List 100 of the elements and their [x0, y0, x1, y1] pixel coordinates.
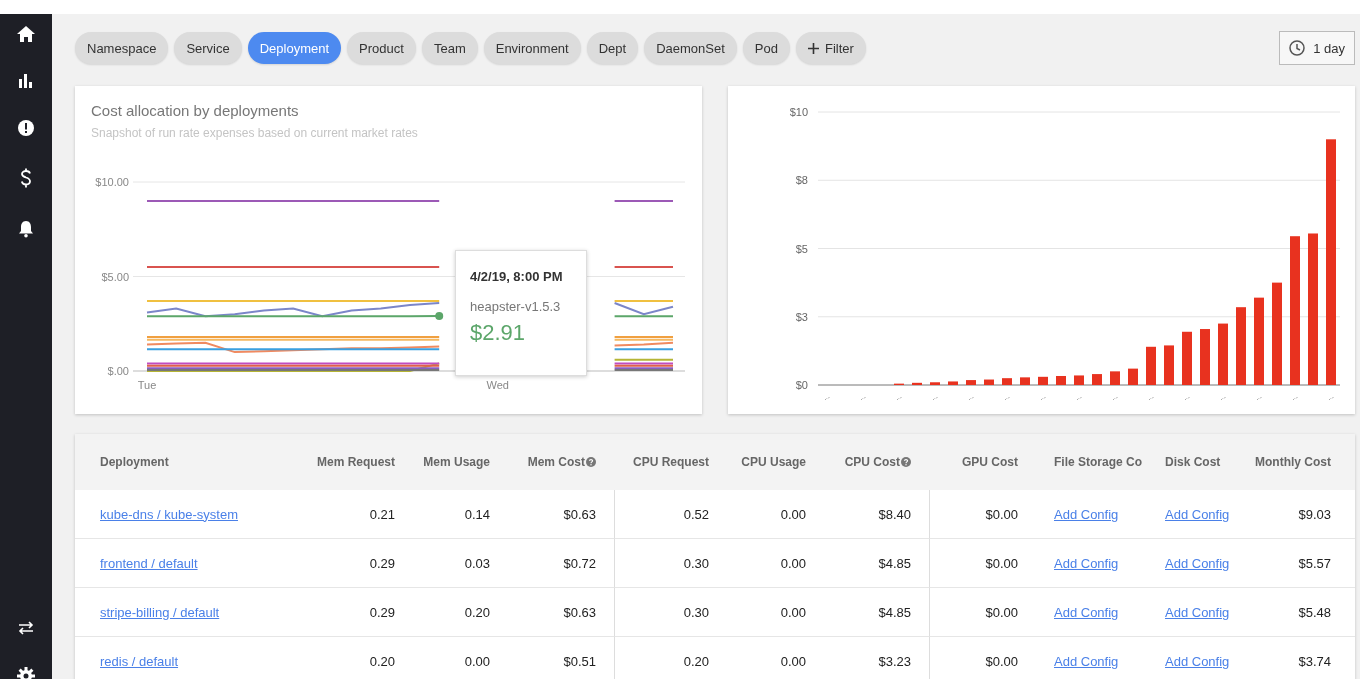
tick-mark — [896, 396, 902, 401]
axis-label: Wed — [486, 379, 509, 391]
column-header[interactable]: Mem Usage — [413, 434, 508, 490]
table-cell: $3.74 — [1298, 653, 1331, 669]
bar — [930, 382, 940, 385]
bar — [1128, 368, 1138, 385]
table-link[interactable]: Add Config — [1165, 555, 1230, 571]
table-link[interactable]: Add Config — [1054, 506, 1119, 522]
table-cell: 0.00 — [780, 555, 806, 571]
bar — [1164, 345, 1174, 385]
bar — [1182, 331, 1192, 385]
table-cell: 0.14 — [464, 506, 490, 522]
table-link[interactable]: Add Config — [1054, 555, 1119, 571]
tick-mark — [968, 396, 974, 401]
bar — [1146, 346, 1156, 385]
tick-mark — [1076, 396, 1082, 401]
table-link[interactable]: redis / default — [100, 653, 179, 669]
filter-chip[interactable]: Environment — [483, 32, 581, 64]
table-cell: 0.29 — [369, 555, 395, 571]
table-link[interactable]: frontend / default — [100, 555, 198, 571]
table-link[interactable]: Add Config — [1165, 506, 1230, 522]
bell-icon[interactable] — [18, 220, 34, 238]
table-cell: 0.30 — [683, 555, 709, 571]
table-cell: $3.23 — [878, 653, 911, 669]
table-cell: $0.00 — [985, 653, 1018, 669]
filter-chip[interactable]: Team — [421, 32, 478, 64]
column-header[interactable]: Deployment — [75, 434, 300, 490]
table-cell: $0.00 — [985, 604, 1018, 620]
tick-mark — [860, 396, 866, 401]
table-link[interactable]: Add Config — [1165, 653, 1230, 669]
add-filter-button[interactable]: Filter — [795, 32, 866, 64]
table-cell: 0.00 — [780, 604, 806, 620]
help-icon[interactable] — [586, 457, 596, 467]
filter-chip[interactable]: Pod — [742, 32, 790, 64]
column-header[interactable]: CPU Request — [614, 434, 727, 490]
tick-mark — [824, 396, 830, 401]
tick-mark — [1004, 396, 1010, 401]
home-icon[interactable] — [17, 26, 35, 42]
column-header[interactable]: File Storage Co — [1036, 434, 1150, 490]
time-range-button[interactable]: 1 day — [1279, 31, 1355, 65]
table-cell: $5.57 — [1298, 555, 1331, 571]
tick-mark — [1220, 396, 1226, 401]
table-cell: $9.03 — [1298, 506, 1331, 522]
filter-chip[interactable]: Product — [347, 32, 416, 64]
table-cell: 0.52 — [683, 506, 709, 522]
dollar-icon[interactable] — [20, 168, 32, 188]
bar — [1200, 329, 1210, 385]
table-link[interactable]: Add Config — [1054, 653, 1119, 669]
filter-chip[interactable]: Namespace — [75, 32, 169, 64]
axis-label: $8 — [795, 174, 808, 187]
table-link[interactable]: kube-dns / kube-system — [100, 506, 238, 522]
table-cell: $0.00 — [985, 506, 1018, 522]
bar-chart-icon[interactable] — [19, 74, 33, 88]
tooltip-label: heapster-v1.5.3 — [470, 299, 561, 314]
axis-label: $5 — [795, 242, 808, 255]
tick-mark — [1256, 396, 1262, 401]
table-cell: 0.20 — [464, 604, 490, 620]
column-header[interactable]: Monthly Cost — [1250, 434, 1355, 490]
column-header[interactable]: Mem Cost — [508, 434, 614, 490]
bar — [912, 382, 922, 385]
table-link[interactable]: stripe-billing / default — [100, 604, 220, 620]
column-header[interactable]: CPU Usage — [727, 434, 824, 490]
filter-chip[interactable]: Service — [174, 32, 242, 64]
filter-chip[interactable]: DaemonSet — [644, 32, 737, 64]
filter-chip[interactable]: Dept — [586, 32, 639, 64]
bar — [984, 379, 994, 385]
table-cell: 0.29 — [369, 604, 395, 620]
table-cell: $0.63 — [563, 506, 596, 522]
filter-chip[interactable]: Deployment — [247, 32, 342, 64]
table-link[interactable]: Add Config — [1165, 604, 1230, 620]
tick-mark — [1148, 396, 1154, 401]
axis-label: Tue — [137, 379, 157, 391]
bar — [1056, 376, 1066, 385]
tick-mark — [1292, 396, 1298, 401]
table-cell: $8.40 — [878, 506, 911, 522]
bar — [1092, 374, 1102, 385]
column-header[interactable]: Disk Cost — [1150, 434, 1250, 490]
card-title: Cost allocation by deployments — [91, 102, 300, 119]
axis-label: $3 — [795, 310, 808, 323]
column-header[interactable]: GPU Cost — [929, 434, 1036, 490]
bar — [966, 380, 976, 385]
column-header[interactable]: CPU Cost — [824, 434, 929, 490]
table-cell: 0.00 — [464, 653, 490, 669]
axis-label: $10 — [789, 106, 808, 118]
plus-icon — [807, 42, 819, 54]
help-icon[interactable] — [901, 457, 911, 467]
table-cell: 0.03 — [464, 555, 490, 571]
tick-mark — [1112, 396, 1118, 401]
table-cell: $4.85 — [878, 555, 911, 571]
table-cell: $0.00 — [985, 555, 1018, 571]
axis-label: $.00 — [107, 365, 129, 377]
table-cell: $5.48 — [1298, 604, 1331, 620]
bar — [1020, 377, 1030, 385]
tooltip-value: $2.91 — [470, 320, 526, 346]
table-link[interactable]: Add Config — [1054, 604, 1119, 620]
swap-arrows-icon[interactable] — [18, 621, 34, 635]
bar — [1218, 323, 1228, 385]
column-header[interactable]: Mem Request — [300, 434, 413, 490]
alert-icon[interactable] — [18, 120, 34, 136]
bar — [1110, 371, 1120, 385]
